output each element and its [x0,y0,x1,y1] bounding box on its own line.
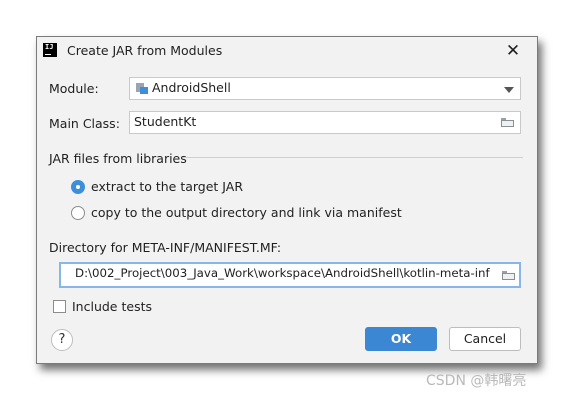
copy-radio[interactable] [71,206,85,220]
module-label: Module: [49,81,99,96]
jar-files-section-label: JAR files from libraries [49,151,187,166]
include-tests-label[interactable]: Include tests [72,299,152,314]
main-class-field[interactable]: StudentKt [129,111,521,134]
module-value: AndroidShell [152,80,231,95]
extract-radio[interactable] [71,180,85,194]
include-tests-checkbox[interactable] [53,300,66,313]
manifest-directory-value: D:\002_Project\003_Java_Work\workspace\A… [75,266,490,280]
browse-folder-icon[interactable] [501,118,514,127]
ok-button[interactable]: OK [365,327,437,351]
create-jar-dialog: IJ Create JAR from Modules ✕ Module: And… [36,36,538,364]
extract-option-label[interactable]: extract to the target JAR [91,179,243,194]
main-class-label: Main Class: [49,116,120,131]
close-icon[interactable]: ✕ [503,41,523,61]
chevron-down-icon[interactable] [504,87,514,93]
help-button[interactable]: ? [51,329,73,351]
section-divider [183,157,523,158]
intellij-app-icon: IJ [43,43,57,57]
copy-option-label[interactable]: copy to the output directory and link vi… [91,205,402,220]
app-icon-text: IJ [45,43,54,51]
module-dropdown[interactable]: AndroidShell [129,77,521,100]
title-bar: IJ Create JAR from Modules ✕ [37,37,537,65]
cancel-button[interactable]: Cancel [449,327,521,351]
watermark: CSDN @韩曙亮 [426,373,527,389]
manifest-directory-field[interactable]: D:\002_Project\003_Java_Work\workspace\A… [59,262,521,288]
manifest-directory-label: Directory for META-INF/MANIFEST.MF: [49,240,282,255]
dialog-title: Create JAR from Modules [67,43,223,58]
main-class-value: StudentKt [134,114,197,129]
module-icon [136,83,148,94]
browse-folder-icon[interactable] [502,271,515,280]
